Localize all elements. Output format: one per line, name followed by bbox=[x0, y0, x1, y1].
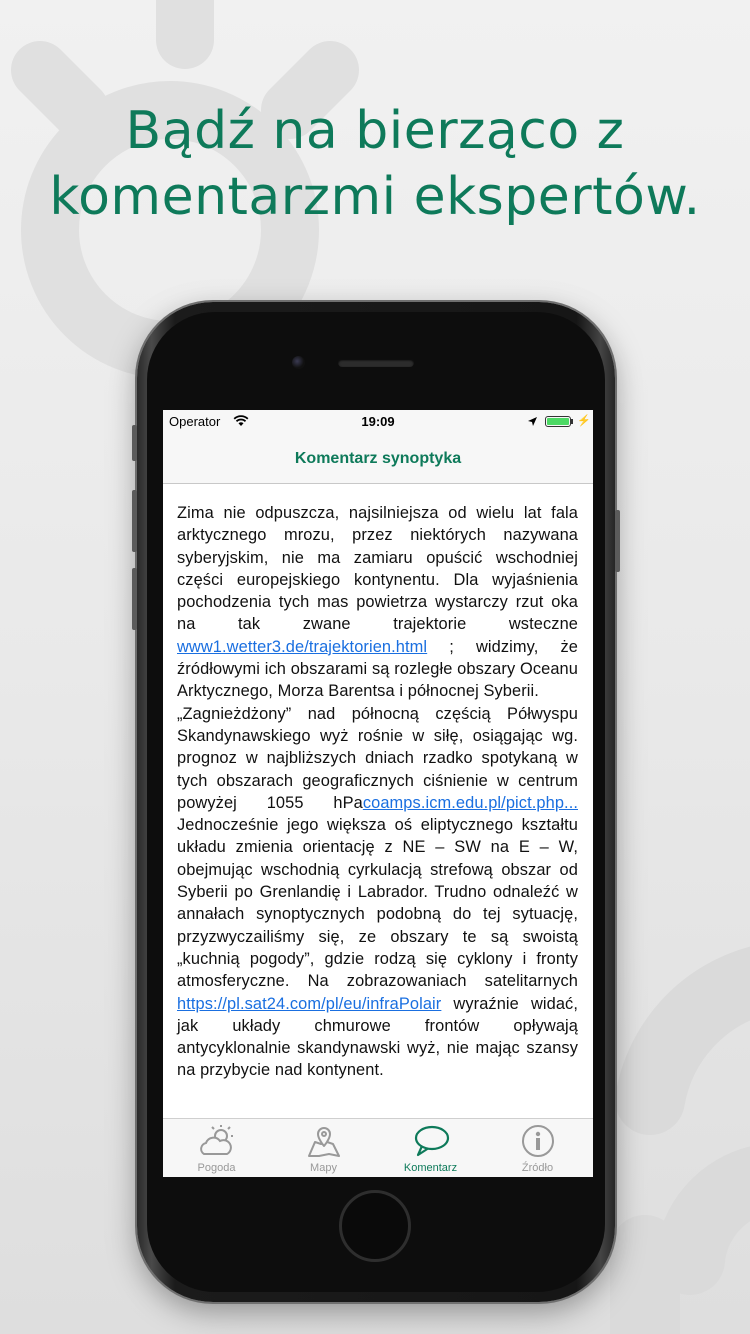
nav-title: Komentarz synoptyka bbox=[294, 450, 462, 467]
headline-line-1: Bądź na bierząco z bbox=[125, 101, 625, 161]
phone-screen: Operator 19:09 ⚡ Komentarz synoptyka Zim… bbox=[163, 410, 593, 1177]
volume-up-button bbox=[132, 490, 137, 552]
volume-down-button bbox=[132, 568, 137, 630]
battery-level bbox=[547, 418, 569, 425]
front-camera bbox=[292, 356, 305, 369]
tab-zrodlo[interactable]: Źródło bbox=[484, 1119, 591, 1177]
map-icon bbox=[308, 1127, 340, 1157]
tab-label: Źródło bbox=[521, 1162, 554, 1174]
article-paragraph-1: Zima nie odpuszcza, najsilniejsza od wie… bbox=[177, 502, 578, 703]
status-bar: Operator 19:09 ⚡ bbox=[163, 410, 593, 434]
tab-label: Pogoda bbox=[197, 1162, 236, 1174]
mute-switch bbox=[132, 425, 137, 461]
location-arrow-icon bbox=[528, 417, 537, 426]
navigation-bar: Komentarz synoptyka bbox=[163, 434, 593, 484]
article-body: Zima nie odpuszcza, najsilniejsza od wie… bbox=[177, 502, 578, 1082]
sat24-link[interactable]: https://pl.sat24.com/pl/eu/infraPolair bbox=[177, 995, 441, 1013]
weather-icon bbox=[200, 1125, 233, 1155]
article-scroll-view[interactable]: Zima nie odpuszcza, najsilniejsza od wie… bbox=[163, 484, 593, 1118]
tab-bar: Pogoda Mapy Komentarz Źródło bbox=[163, 1118, 593, 1177]
info-icon bbox=[522, 1125, 554, 1157]
charging-bolt-icon: ⚡ bbox=[577, 415, 591, 427]
battery-icon bbox=[545, 416, 571, 427]
tab-label: Komentarz bbox=[403, 1162, 458, 1174]
tab-komentarz[interactable]: Komentarz bbox=[377, 1119, 484, 1177]
article-text: Zima nie odpuszcza, najsilniejsza od wie… bbox=[177, 504, 578, 634]
speech-bubble-icon bbox=[414, 1125, 450, 1157]
earpiece-speaker bbox=[338, 359, 414, 367]
tab-pogoda[interactable]: Pogoda bbox=[163, 1119, 270, 1177]
home-button[interactable] bbox=[339, 1190, 411, 1262]
article-paragraph-2: „Zagnieżdżony” nad północną częścią Półw… bbox=[177, 703, 578, 1082]
headline: Bądź na bierząco z komentarzmi ekspertów… bbox=[0, 98, 750, 230]
coamps-link[interactable]: coamps.icm.edu.pl/pict.php... bbox=[363, 794, 578, 812]
tab-label: Mapy bbox=[310, 1162, 337, 1174]
trajectories-link[interactable]: www1.wetter3.de/trajektorien.html bbox=[177, 638, 427, 656]
article-text: Jednocześnie jego większa oś eliptyczneg… bbox=[177, 816, 578, 991]
battery-tip bbox=[571, 419, 573, 424]
tab-mapy[interactable]: Mapy bbox=[270, 1119, 377, 1177]
headline-line-2: komentarzmi ekspertów. bbox=[49, 167, 701, 227]
power-button bbox=[615, 510, 620, 572]
